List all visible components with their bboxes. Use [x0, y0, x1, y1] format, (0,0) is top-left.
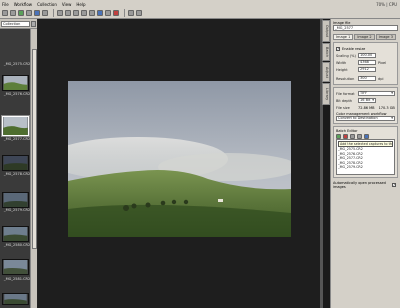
width-label: Width [336, 60, 347, 65]
menu-help[interactable]: Help [76, 2, 85, 7]
scaling-label: Scaling (%) [336, 53, 356, 58]
batch-list[interactable]: Add the selected captures to the batch _… [336, 139, 395, 175]
file-size-value: 72.86 MB [358, 105, 375, 110]
thumbnail[interactable] [2, 226, 29, 242]
color-mgmt-select[interactable]: Convert to Destination [336, 116, 395, 121]
straighten-icon[interactable] [89, 10, 95, 16]
file-format-select[interactable]: TIFF [358, 91, 395, 96]
thumbnail-label: _MG_2576.CR2 [3, 92, 31, 96]
auto-open-label: Automatically open processed images [333, 180, 386, 189]
file-format-label: File format [336, 91, 355, 96]
output-panel: Image file _MG_2577 Image 1 Image 2 Imag… [330, 19, 400, 308]
down-icon[interactable] [357, 133, 362, 139]
scaling-input[interactable]: 100.00 [358, 53, 376, 58]
remove-icon[interactable] [343, 133, 348, 139]
collection-select[interactable]: Collection [1, 20, 30, 27]
browser-panel: Collection _MG_2575.CR2 _MG_2576.CR2 _MG… [0, 19, 38, 308]
compare-icon[interactable] [128, 10, 134, 16]
thumbnail[interactable] [2, 75, 29, 91]
thumbnail-selected[interactable] [1, 115, 30, 137]
crop-icon[interactable] [81, 10, 87, 16]
thumbnail-label: _MG_2575.CR2 [3, 62, 31, 66]
tab-adjust[interactable]: Adjust [322, 62, 330, 82]
import-icon[interactable] [18, 10, 24, 16]
tab-library[interactable]: Library [322, 83, 330, 105]
resolution-unit[interactable]: dpi [378, 77, 383, 81]
process-icon[interactable] [364, 133, 369, 139]
tab-output[interactable]: Output [322, 20, 330, 42]
add-icon[interactable] [336, 133, 341, 139]
thumbnail-label: _MG_2580.CR2 [3, 243, 31, 247]
list-item[interactable]: _MG_2579.CR2 [338, 165, 393, 169]
thumbnail-scrollbar[interactable] [30, 29, 37, 308]
pan-icon[interactable] [57, 10, 63, 16]
scroll-thumb[interactable] [32, 49, 37, 249]
close-icon[interactable] [31, 20, 36, 27]
enable-resize-checkbox[interactable]: ✓ [336, 46, 340, 51]
tab-image-1[interactable]: Image 1 [333, 34, 354, 40]
image-viewer [38, 19, 320, 308]
menu-view[interactable]: View [62, 2, 72, 7]
resolution-label: Resolution [336, 76, 355, 81]
thumbnail-list: _MG_2575.CR2 _MG_2576.CR2 _MG_2577.CR2 _… [0, 29, 30, 308]
tab-batch[interactable]: Batch [322, 43, 330, 61]
tab-image-3[interactable]: Image 3 [375, 34, 396, 40]
rotate-icon[interactable] [73, 10, 79, 16]
thumbnail[interactable] [2, 259, 29, 275]
thumbnail-label: _MG_2577.CR2 [3, 137, 31, 141]
thumbnail[interactable] [2, 192, 29, 208]
resolution-input[interactable]: 300 [358, 76, 376, 81]
auto-open-checkbox[interactable]: ✓ [392, 182, 396, 187]
menu-collection[interactable]: Collection [37, 2, 57, 7]
open-icon[interactable] [2, 10, 8, 16]
image-tabs: Image 1 Image 2 Image 3 [333, 34, 398, 40]
file-size-label: File size [336, 105, 350, 110]
bit-depth-label: Bit depth [336, 98, 353, 103]
thumbnail[interactable] [2, 155, 29, 171]
warning-icon[interactable] [113, 10, 119, 16]
thumbnail[interactable] [2, 293, 29, 305]
file-size-total: 170.3 GB [378, 105, 395, 110]
folder-icon[interactable] [26, 10, 32, 16]
save-icon[interactable] [10, 10, 16, 16]
format-group: File format TIFF Bit depth 16 Bit File s… [333, 87, 398, 124]
menu-file[interactable]: File [2, 2, 9, 7]
zoom-icon[interactable] [65, 10, 71, 16]
grid-icon[interactable] [42, 10, 48, 16]
height-label: Height [336, 67, 348, 72]
white-balance-icon[interactable] [97, 10, 103, 16]
batch-group: Batch Editor Add the selected captures t… [333, 126, 398, 178]
settings-icon[interactable] [136, 10, 142, 16]
spot-icon[interactable] [105, 10, 111, 16]
thumbnail-label: _MG_2581.CR2 [3, 277, 31, 281]
status-text: 70% | CPU [376, 1, 397, 7]
up-icon[interactable] [350, 133, 355, 139]
height-input[interactable]: 2912 [358, 67, 376, 72]
menu-workflow[interactable]: Workflow [14, 2, 32, 7]
main-photo[interactable] [68, 81, 291, 237]
thumbnail-label: _MG_2578.CR2 [3, 172, 31, 176]
menu-bar: File Workflow Collection View Help 70% |… [0, 0, 400, 8]
enable-resize-label: Enable resize [342, 46, 366, 51]
capture-icon[interactable] [34, 10, 40, 16]
width-input[interactable]: 4368 [358, 60, 376, 65]
bit-depth-select[interactable]: 16 Bit [358, 98, 376, 103]
toolbar [0, 8, 400, 19]
resize-group: ✓ Enable resize Scaling (%) 100.00 Width… [333, 42, 398, 85]
unit-select[interactable]: Pixel [378, 61, 386, 65]
image-file-field[interactable]: _MG_2577 [333, 25, 398, 31]
tab-image-2[interactable]: Image 2 [354, 34, 375, 40]
thumbnail-label: _MG_2579.CR2 [3, 208, 31, 212]
